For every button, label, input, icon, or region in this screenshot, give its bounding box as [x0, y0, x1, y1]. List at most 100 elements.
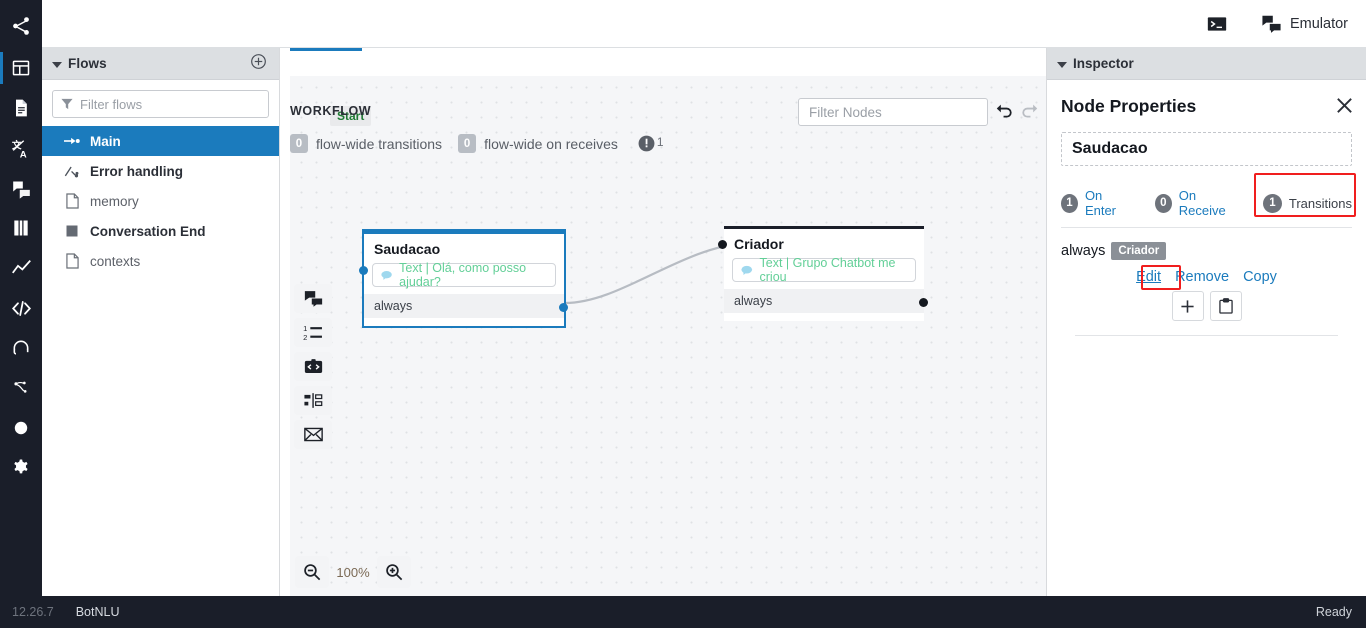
sidebar-item-label: memory [90, 193, 139, 209]
copy-link[interactable]: Copy [1243, 269, 1277, 285]
emulator-label: Emulator [1289, 15, 1348, 32]
flow-start-icon [64, 135, 80, 147]
sidebar-item-error-handling[interactable]: Error handling [42, 156, 279, 186]
zoom-out-icon [304, 564, 321, 581]
caret-down-icon[interactable] [1057, 61, 1067, 68]
sidebar-item-contexts[interactable]: contexts [42, 246, 279, 276]
flow-wide-on-receives-counter[interactable]: 0 flow-wide on receives [458, 134, 618, 153]
listen-tool[interactable]: 1 2 [294, 318, 332, 347]
flow-wide-transitions-counter[interactable]: 0 flow-wide transitions [290, 134, 442, 153]
node-toolbox: 1 2 [294, 284, 334, 449]
node-bottom-pad [724, 313, 924, 321]
transition-target-badge: Criador [1111, 242, 1167, 260]
filter-nodes-input[interactable]: Filter Nodes [798, 98, 988, 126]
node-action-chip[interactable]: Text | Olá, como posso ajudar? [372, 261, 556, 289]
caret-down-icon[interactable] [52, 61, 62, 68]
code-icon[interactable] [0, 288, 42, 328]
zoom-in-button[interactable] [377, 556, 411, 588]
node-input-port[interactable] [359, 266, 368, 275]
left-icon-rail: 文 A [0, 0, 42, 596]
say-something-tool[interactable] [294, 284, 332, 313]
node-action-label: Text | Olá, como posso ajudar? [399, 261, 527, 289]
execute-code-icon [304, 359, 322, 373]
split-tool[interactable] [294, 386, 332, 415]
counter-badge: 0 [458, 134, 477, 153]
node-properties-heading: Node Properties [1061, 96, 1197, 116]
sidebar-item-conversation-end[interactable]: Conversation End [42, 216, 279, 246]
workflow-panel: Saudacao Text | Olá, como posso ajudar? … [280, 48, 1046, 596]
square-icon [64, 225, 80, 237]
tab-count: 0 [1154, 193, 1172, 213]
node-criador[interactable]: Criador Text | Grupo Chatbot me criou al… [718, 226, 928, 321]
filter-icon [61, 98, 73, 110]
remove-link[interactable]: Remove [1175, 269, 1229, 285]
execute-tool[interactable] [294, 352, 332, 381]
book-icon[interactable] [0, 208, 42, 248]
numbered-list-icon: 1 2 [303, 324, 322, 341]
nlu-icon[interactable] [0, 368, 42, 408]
sidebar-item-label: Main [90, 133, 121, 149]
say-icon [381, 270, 392, 280]
tab-on-enter[interactable]: 1 On Enter [1061, 188, 1131, 218]
node-name-value: Saudacao [1072, 140, 1148, 157]
undo-button[interactable] [994, 100, 1014, 123]
node-name-field[interactable]: Saudacao [1061, 132, 1352, 166]
node-output-port[interactable] [919, 298, 928, 307]
node-transition-row[interactable]: always [364, 294, 564, 318]
issues-indicator[interactable]: 1 [638, 135, 664, 152]
say-icon [741, 265, 753, 275]
add-transition-button[interactable] [1171, 291, 1204, 321]
tab-label: On Receive [1178, 188, 1226, 218]
sidebar-item-memory[interactable]: memory [42, 186, 279, 216]
node-transition-row[interactable]: always [724, 289, 924, 313]
tab-workflow-underline [290, 48, 362, 51]
node-bottom-pad [364, 318, 564, 326]
send-email-tool[interactable] [294, 420, 332, 449]
zoom-level: 100% [336, 564, 370, 580]
tab-on-receive[interactable]: 0 On Receive [1154, 188, 1240, 218]
node-title: Saudacao [374, 241, 441, 257]
filter-flows-input[interactable]: Filter flows [52, 90, 269, 118]
zoom-in-icon [386, 564, 403, 581]
terminal-icon [1207, 16, 1227, 31]
file-icon [64, 193, 80, 209]
status-bar: 12.26.7 BotNLU Ready [0, 596, 1366, 628]
terminal-button[interactable] [1207, 15, 1235, 33]
gear-icon[interactable] [0, 448, 42, 488]
redo-icon [1022, 104, 1038, 118]
node-saudacao[interactable]: Saudacao Text | Olá, como posso ajudar? … [359, 229, 568, 328]
circle-icon[interactable] [0, 408, 42, 448]
flow-canvas[interactable]: Saudacao Text | Olá, como posso ajudar? … [290, 76, 1046, 596]
flows-header[interactable]: Flows [42, 48, 279, 80]
version-label: 12.26.7 [12, 605, 54, 619]
node-content: Text | Olá, como posso ajudar? [364, 261, 564, 289]
chat-icon[interactable] [0, 168, 42, 208]
emulator-button[interactable]: Emulator [1261, 14, 1348, 33]
svg-text:2: 2 [303, 333, 307, 341]
node-action-chip[interactable]: Text | Grupo Chatbot me criou [732, 256, 916, 284]
node-input-port[interactable] [718, 240, 727, 249]
node-transition-label: always [734, 294, 773, 308]
document-icon[interactable] [0, 88, 42, 128]
inspector-header[interactable]: Inspector [1047, 48, 1366, 80]
node-output-port[interactable] [559, 303, 568, 312]
transition-row[interactable]: always Criador [1061, 242, 1352, 260]
zoom-out-button[interactable] [295, 556, 329, 588]
headset-icon[interactable] [0, 328, 42, 368]
translate-icon[interactable]: 文 A [0, 128, 42, 168]
node-body[interactable]: Criador Text | Grupo Chatbot me criou al… [724, 226, 924, 321]
close-icon[interactable] [1335, 96, 1354, 120]
share-nodes-icon[interactable] [0, 4, 42, 48]
node-body[interactable]: Saudacao Text | Olá, como posso ajudar? … [362, 229, 566, 328]
transitions-list: always Criador Edit Remove Copy [1061, 242, 1352, 336]
analytics-icon[interactable] [0, 248, 42, 288]
dashboard-icon[interactable] [0, 48, 42, 88]
paste-transition-button[interactable] [1209, 291, 1242, 321]
edge-layer [564, 241, 746, 305]
inspector-divider [1075, 335, 1338, 336]
sidebar-item-main[interactable]: Main [42, 126, 279, 156]
filter-nodes-placeholder: Filter Nodes [809, 104, 882, 120]
add-flow-icon[interactable] [250, 53, 267, 75]
redo-button[interactable] [1020, 100, 1040, 123]
svg-text:1: 1 [303, 324, 307, 333]
